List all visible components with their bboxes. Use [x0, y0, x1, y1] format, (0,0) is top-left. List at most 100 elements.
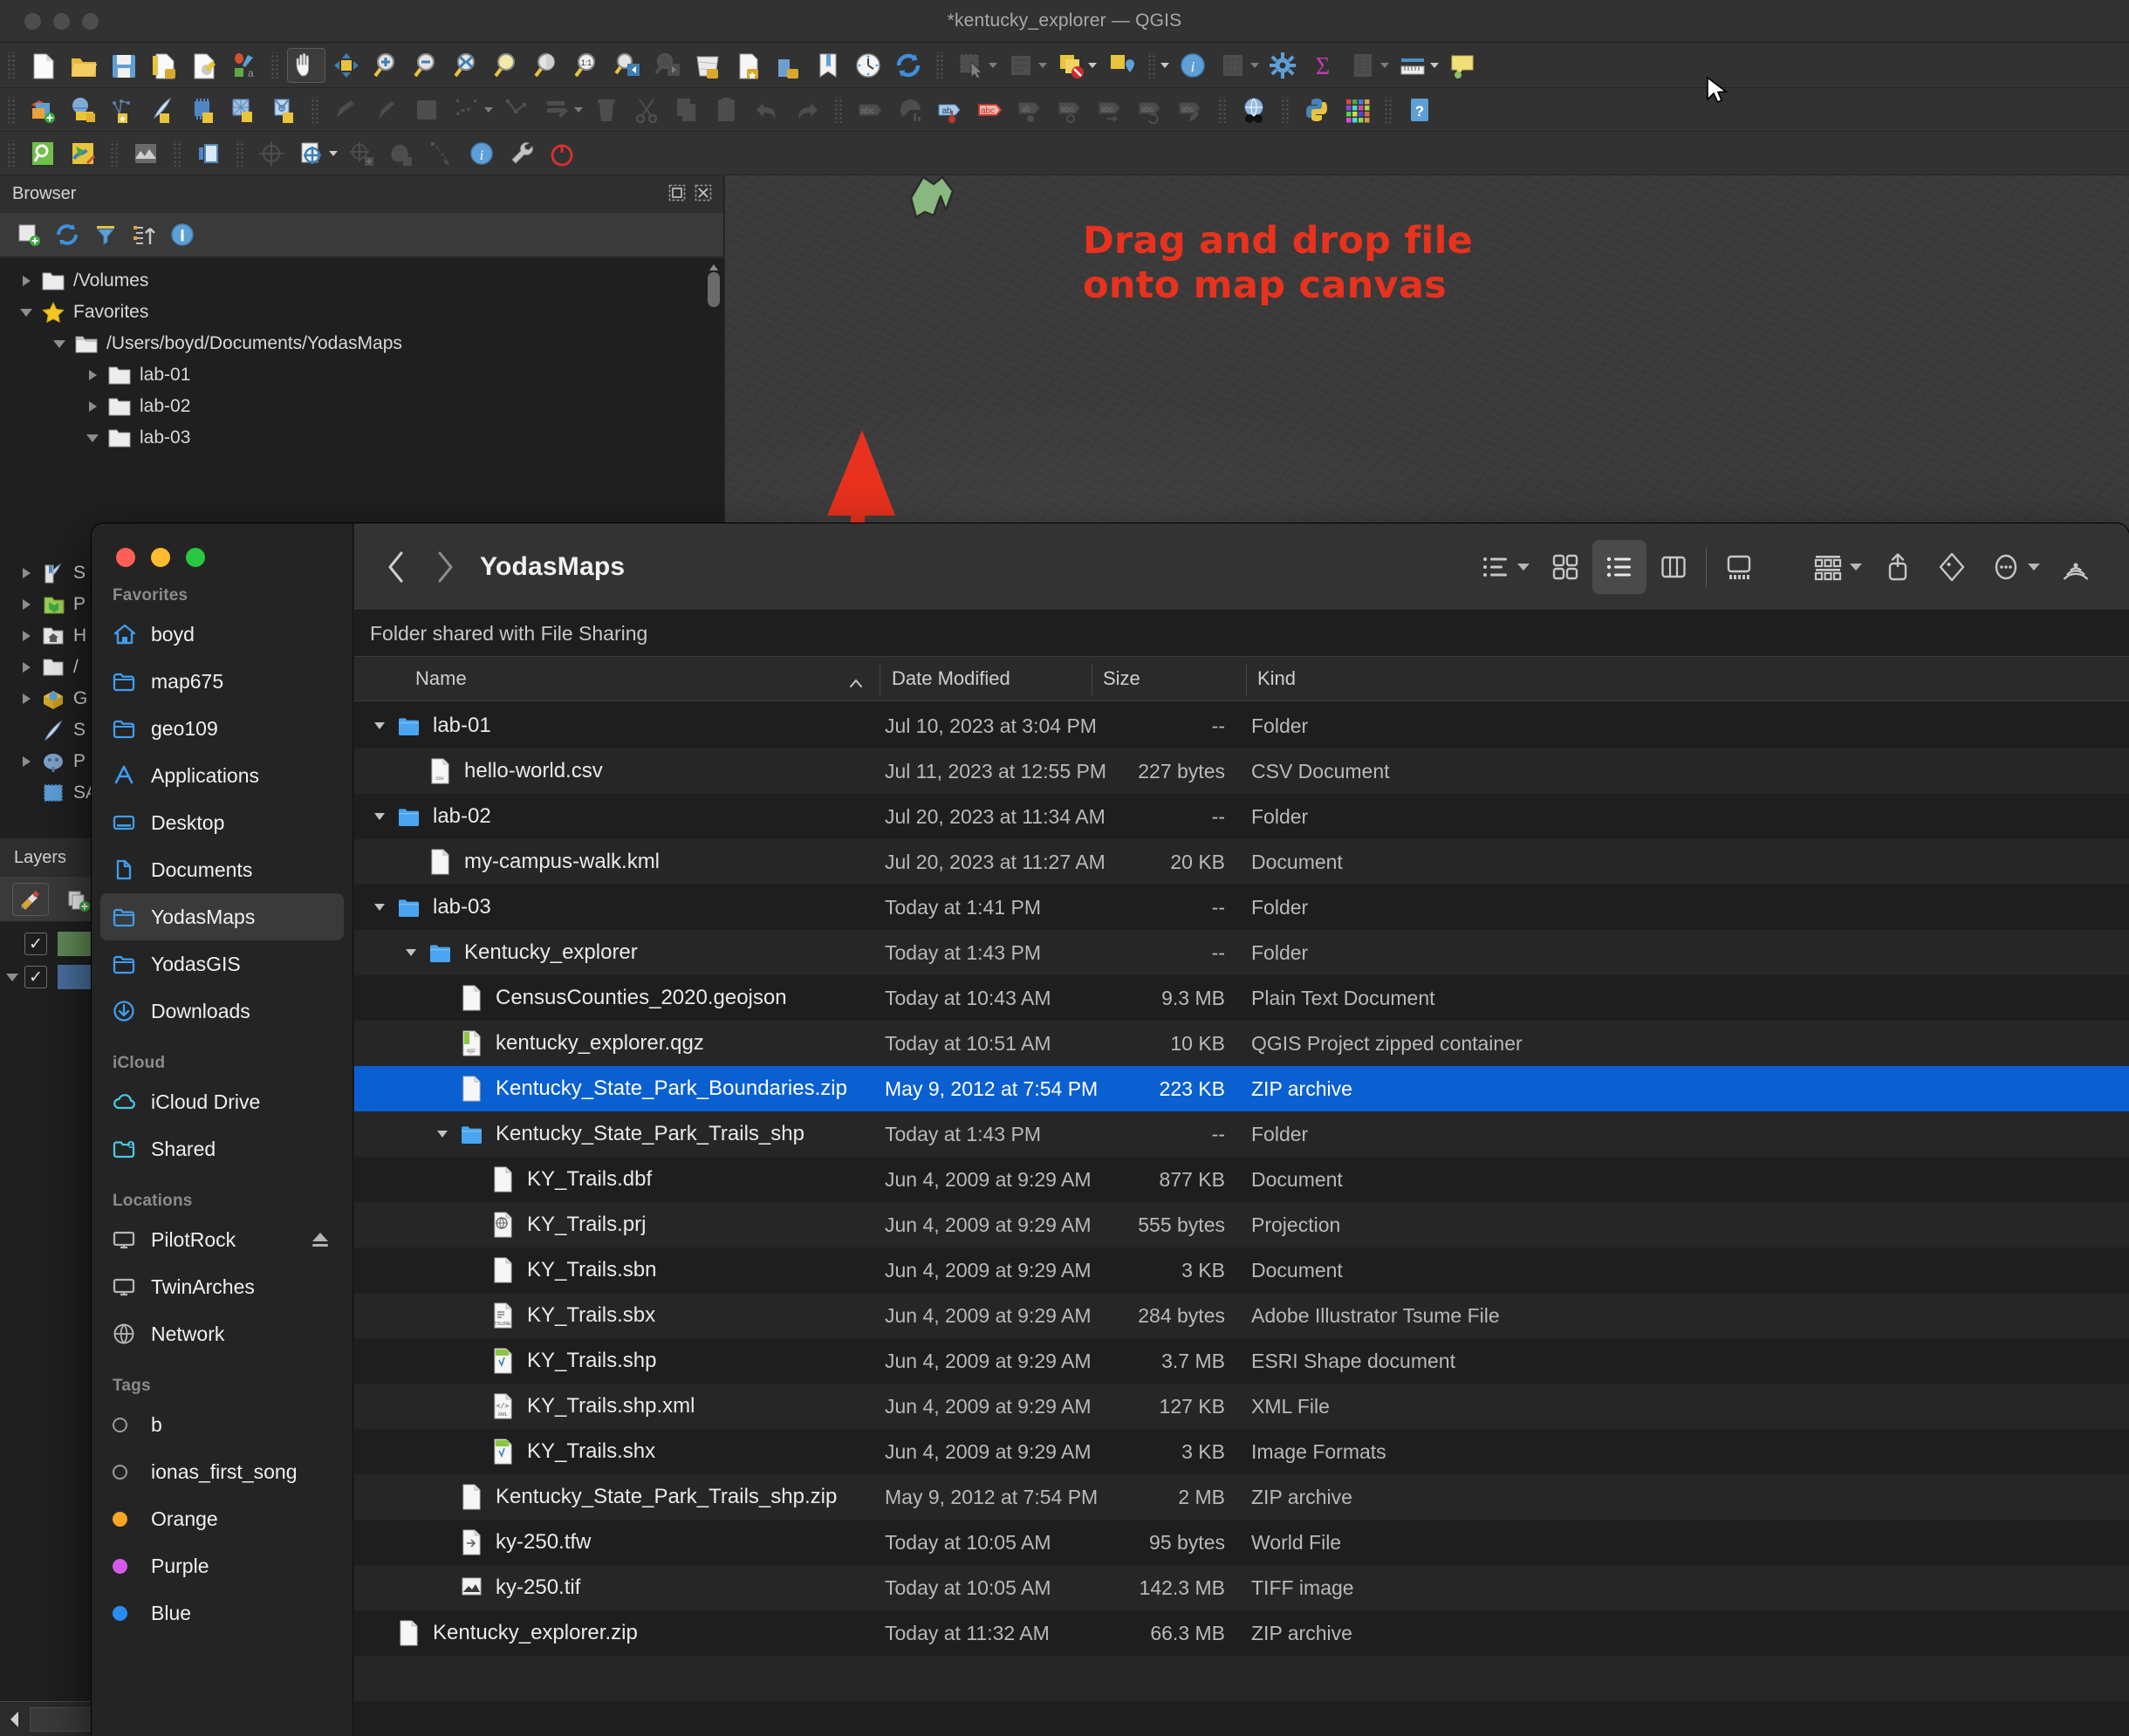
collapse-all-icon[interactable] — [129, 220, 159, 249]
zoom-in-icon[interactable] — [367, 48, 406, 83]
delete-selected-icon[interactable] — [587, 92, 626, 127]
chevron-down-icon[interactable] — [1160, 62, 1169, 68]
sidebar-item-b[interactable]: b — [100, 1401, 344, 1448]
disclosure-triangle[interactable] — [368, 904, 391, 911]
save-project-icon[interactable] — [104, 48, 142, 83]
file-list-row[interactable]: ky-250.tfw Today at 10:05 AM 95 bytes World… — [354, 1520, 2129, 1565]
sidebar-item-yodasmaps[interactable]: YodasMaps — [100, 893, 344, 940]
browser-tree-item[interactable]: lab-02 — [0, 391, 723, 422]
more-actions-chevron-down-icon[interactable] — [2028, 564, 2040, 571]
column-header-date-modified[interactable]: Date Modified — [892, 667, 1010, 701]
group-by-icon[interactable] — [1468, 540, 1523, 594]
attribute-table-icon[interactable] — [1344, 48, 1382, 83]
browser-tree-item[interactable]: lab-03 — [0, 422, 723, 454]
sidebar-item-network[interactable]: Network — [100, 1310, 344, 1357]
select-by-location-icon[interactable] — [1101, 48, 1140, 83]
refresh-icon[interactable] — [52, 220, 82, 249]
finder-toolbar[interactable]: YodasMaps — [354, 523, 2129, 611]
rotate-label-icon[interactable]: abc — [1051, 92, 1090, 127]
cut-features-icon[interactable] — [627, 92, 666, 127]
file-list-row[interactable]: ky-250.tif Today at 10:05 AM 142.3 MB TIFF … — [354, 1565, 2129, 1610]
snapping-icon[interactable] — [342, 136, 380, 171]
disclosure-triangle[interactable] — [400, 949, 422, 956]
sidebar-item-pilotrock[interactable]: PilotRock — [100, 1216, 344, 1263]
finder-minimize-button[interactable] — [151, 548, 170, 567]
close-panel-icon[interactable] — [694, 183, 713, 202]
add-spatialite-layer-icon[interactable] — [144, 92, 182, 127]
file-list-row[interactable]: KY_Trails.dbf Jun 4, 2009 at 9:29 AM 877 K… — [354, 1157, 2129, 1202]
modify-attributes-icon[interactable] — [537, 92, 576, 127]
sidebar-item-shared[interactable]: Shared — [100, 1125, 344, 1172]
disclosure-triangle[interactable] — [368, 722, 391, 729]
tag-icon[interactable] — [1925, 540, 1979, 594]
chevron-right-icon[interactable] — [22, 662, 31, 673]
file-list-row[interactable]: TSUME KY_Trails.sbx Jun 4, 2009 at 9:29 AM… — [354, 1293, 2129, 1338]
browser-tree[interactable]: /Volumes Favorites/Users/boyd/Documents/Y… — [0, 258, 723, 542]
file-list-row[interactable]: qgz kentucky_explorer.qgz Today at 10:51 A… — [354, 1021, 2129, 1066]
more-actions-icon[interactable] — [1979, 540, 2033, 594]
record-circle-icon[interactable] — [543, 136, 581, 171]
sidebar-item-applications[interactable]: Applications — [100, 752, 344, 799]
zoom-layer-icon[interactable] — [528, 48, 566, 83]
sidebar-item-documents[interactable]: Documents — [100, 846, 344, 893]
python-console-icon[interactable] — [1297, 92, 1336, 127]
select-value-icon[interactable] — [1002, 48, 1040, 83]
refresh-icon[interactable] — [889, 48, 928, 83]
sidebar-item-orange[interactable]: Orange — [100, 1495, 344, 1542]
file-list-row[interactable]: KY_Trails.prj Jun 4, 2009 at 9:29 AM 555 b… — [354, 1202, 2129, 1247]
column-header-name[interactable]: Name — [415, 667, 467, 701]
group-by-chevron-down-icon[interactable] — [1517, 564, 1530, 571]
temporal-controller-icon[interactable] — [849, 48, 887, 83]
chevron-down-icon[interactable] — [437, 1131, 448, 1138]
move-label-icon[interactable]: ab — [1011, 92, 1050, 127]
disclosure-triangle[interactable] — [14, 599, 38, 610]
file-list-column-header[interactable]: Name Date Modified Size Kind — [354, 656, 2129, 701]
chevron-right-icon[interactable] — [22, 756, 31, 767]
file-list-row[interactable]: KY_Trails.shx Jun 4, 2009 at 9:29 AM 3 KB I… — [354, 1429, 2129, 1474]
file-list-row[interactable]: Kentucky_State_Park_Boundaries.zip May 9,… — [354, 1066, 2129, 1111]
new-3d-view-icon[interactable] — [769, 48, 807, 83]
qgis-project-toolbar[interactable]: a 1:1 i Σ — [0, 43, 2129, 88]
measure-line-icon[interactable] — [1393, 48, 1432, 83]
edit-label-icon[interactable]: abc — [1172, 92, 1210, 127]
chevron-down-icon[interactable] — [20, 308, 32, 317]
raster-terrain-icon[interactable] — [127, 136, 165, 171]
sidebar-item-yodasgis[interactable]: YodasGIS — [100, 940, 344, 988]
add-group-icon[interactable] — [59, 883, 96, 916]
eject-icon[interactable] — [311, 1231, 330, 1248]
finder-close-button[interactable] — [116, 548, 135, 567]
back-button[interactable] — [373, 543, 421, 591]
disclosure-triangle[interactable] — [80, 401, 105, 412]
file-list-row[interactable]: my-campus-walk.kml Jul 20, 2023 at 11:27 … — [354, 839, 2129, 885]
column-divider[interactable] — [1246, 664, 1247, 695]
help-icon[interactable]: ? — [1400, 92, 1439, 127]
chevron-right-icon[interactable] — [22, 631, 31, 641]
properties-info-icon[interactable] — [168, 220, 197, 249]
disclosure-triangle[interactable] — [14, 662, 38, 673]
pan-map-icon[interactable] — [287, 47, 325, 83]
add-feature-icon[interactable] — [448, 92, 486, 127]
trace-tool-icon[interactable] — [422, 136, 461, 171]
file-list-row[interactable]: Kentucky_State_Park_Trails_shp.zip May 9,… — [354, 1474, 2129, 1520]
file-list-row[interactable]: CensusCounties_2020.geojson Today at 10:4… — [354, 975, 2129, 1021]
disclosure-triangle[interactable] — [14, 276, 38, 286]
qgis-data-source-toolbar[interactable]: abc ab abc ab abc abc abc abc? — [0, 88, 2129, 132]
chevron-down-icon[interactable] — [374, 722, 385, 729]
copy-features-icon[interactable] — [667, 92, 706, 127]
zoom-full-icon[interactable] — [448, 48, 486, 83]
sidebar-item-ionas-first-song[interactable]: ionas_first_song — [100, 1448, 344, 1495]
diagram-icon[interactable] — [891, 92, 929, 127]
disclosure-triangle[interactable] — [14, 631, 38, 641]
pin-labels-icon[interactable]: ab — [931, 92, 969, 127]
map-tips-icon[interactable] — [1443, 48, 1482, 83]
sidebar-item-downloads[interactable]: Downloads — [100, 988, 344, 1035]
file-list-row[interactable]: Kentucky_explorer.zip Today at 11:32 AM 66… — [354, 1610, 2129, 1656]
chevron-right-icon[interactable] — [22, 599, 31, 610]
share-icon[interactable] — [1871, 540, 1925, 594]
zoom-native-icon[interactable]: 1:1 — [568, 48, 606, 83]
qgis-plugins-toolbar[interactable]: i — [0, 132, 2129, 175]
open-attribute-table-icon[interactable] — [1214, 48, 1252, 83]
file-list-row[interactable]: KY_Trails.sbn Jun 4, 2009 at 9:29 AM 3 KB D… — [354, 1247, 2129, 1293]
forward-button[interactable] — [421, 543, 468, 591]
file-list-row[interactable]: </> XML KY_Trails.shp.xml Jun 4, 2009 at 9:… — [354, 1384, 2129, 1429]
